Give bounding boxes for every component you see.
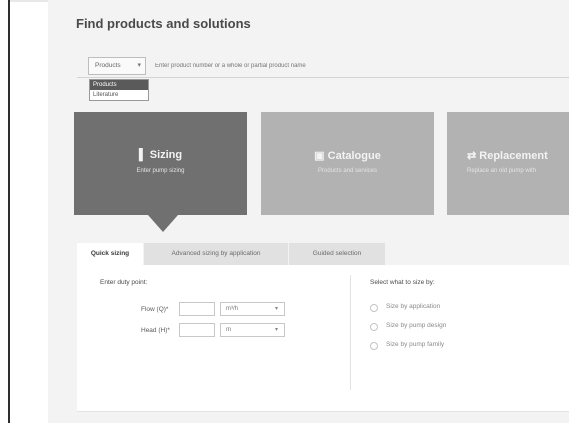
tab-guided-selection[interactable]: Guided selection — [289, 243, 385, 265]
duty-point-heading: Enter duty point: — [100, 279, 148, 286]
tile-sizing-title: Sizing — [149, 149, 183, 161]
page-title: Find products and solutions — [76, 16, 251, 31]
radio-button[interactable] — [370, 304, 378, 312]
tile-catalogue-subtitle: Products and services — [317, 168, 378, 174]
head-input[interactable] — [179, 323, 215, 337]
head-unit-select[interactable]: m ▾ — [220, 323, 285, 337]
head-unit-value: m — [226, 327, 231, 333]
flow-unit-select[interactable]: m³/h ▾ — [220, 302, 285, 316]
window-left-border — [0, 0, 10, 423]
tile-catalogue-title: Catalogue — [327, 150, 381, 162]
sizing-icon: ▌ — [138, 149, 147, 161]
chevron-down-icon: ▾ — [274, 306, 278, 312]
head-label: Head (H)* — [141, 327, 170, 334]
search-type-dropdown: Products Literature — [89, 79, 149, 101]
active-tile-pointer — [148, 215, 178, 232]
tab-advanced-sizing[interactable]: Advanced sizing by application — [144, 243, 288, 265]
column-divider — [350, 275, 351, 390]
tile-replacement-title: Replacement — [479, 150, 548, 162]
radio-button[interactable] — [370, 342, 378, 350]
radio-button[interactable] — [370, 323, 378, 331]
size-by-pump-design-label: Size by pump design — [386, 322, 447, 329]
content-bottom-border — [77, 411, 569, 412]
chevron-down-icon: ▾ — [137, 62, 141, 69]
flow-unit-value: m³/h — [226, 306, 238, 312]
chevron-down-icon: ▾ — [274, 327, 278, 333]
tile-sizing[interactable]: ▌ Sizing Enter pump sizing — [74, 112, 247, 215]
quick-sizing-content — [77, 265, 569, 411]
catalogue-icon: ▣ — [314, 150, 325, 162]
tab-quick-sizing[interactable]: Quick sizing — [77, 243, 143, 265]
size-by-heading: Select what to size by: — [370, 279, 435, 286]
search-type-select[interactable]: Products ▾ — [88, 57, 146, 75]
tile-replacement-subtitle: Replace an old pump with — [467, 168, 537, 174]
size-by-pump-family-label: Size by pump family — [386, 341, 445, 348]
product-search-input[interactable] — [153, 58, 569, 72]
flow-input[interactable] — [179, 302, 215, 316]
size-by-application-label: Size by application — [386, 303, 441, 310]
flow-label: Flow (Q)* — [141, 306, 169, 313]
replace-icon: ⇄ — [467, 150, 477, 162]
dropdown-option-products[interactable]: Products — [90, 80, 148, 90]
tile-catalogue[interactable]: ▣ Catalogue Products and services — [261, 112, 434, 215]
search-type-value: Products — [95, 62, 121, 69]
dropdown-option-literature[interactable]: Literature — [90, 90, 148, 100]
tile-sizing-subtitle: Enter pump sizing — [136, 168, 185, 174]
tile-replacement[interactable]: ⇄ Replacement Replace an old pump with — [447, 112, 569, 215]
